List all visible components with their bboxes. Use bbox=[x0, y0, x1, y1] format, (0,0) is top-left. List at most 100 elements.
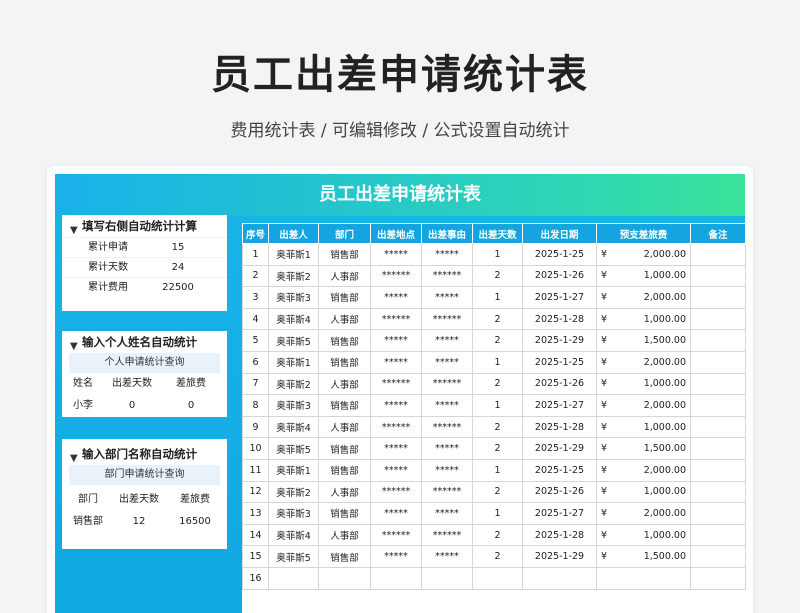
reason-cell[interactable]: ***** bbox=[421, 458, 473, 482]
note-cell[interactable] bbox=[690, 523, 746, 547]
fee-cell[interactable]: ¥1,500.00 bbox=[596, 329, 691, 352]
row-index-cell[interactable]: 12 bbox=[242, 480, 269, 504]
days-cell[interactable]: 2 bbox=[472, 307, 523, 331]
reason-cell[interactable]: ***** bbox=[421, 243, 473, 266]
column-header[interactable]: 出差地点 bbox=[370, 223, 422, 244]
fee-cell[interactable]: ¥2,000.00 bbox=[596, 458, 691, 482]
row-index-cell[interactable]: 2 bbox=[242, 264, 269, 288]
traveler-cell[interactable]: 奥菲斯1 bbox=[268, 458, 319, 482]
column-header[interactable]: 预支差旅费 bbox=[596, 223, 691, 244]
reason-cell[interactable]: ****** bbox=[421, 372, 473, 396]
department-cell[interactable]: 人事部 bbox=[318, 523, 371, 547]
department-cell[interactable]: 人事部 bbox=[318, 372, 371, 396]
traveler-cell[interactable]: 奥菲斯5 bbox=[268, 545, 319, 568]
row-index-cell[interactable]: 9 bbox=[242, 415, 269, 439]
department-cell[interactable]: 销售部 bbox=[318, 458, 371, 482]
row-index-cell[interactable]: 1 bbox=[242, 243, 269, 266]
reason-cell[interactable]: ***** bbox=[421, 394, 473, 417]
location-cell[interactable]: ***** bbox=[370, 458, 422, 482]
date-cell[interactable]: 2025-1-28 bbox=[522, 307, 597, 331]
summary-value[interactable]: 22500 bbox=[142, 278, 214, 297]
department-cell[interactable]: 人事部 bbox=[318, 307, 371, 331]
column-header[interactable]: 出发日期 bbox=[522, 223, 597, 244]
location-cell[interactable]: ***** bbox=[370, 329, 422, 352]
traveler-cell[interactable]: 奥菲斯3 bbox=[268, 286, 319, 309]
row-index-cell[interactable]: 10 bbox=[242, 437, 269, 460]
traveler-cell[interactable]: 奥菲斯2 bbox=[268, 372, 319, 396]
reason-cell[interactable]: ***** bbox=[421, 329, 473, 352]
row-index-cell[interactable]: 13 bbox=[242, 502, 269, 525]
note-cell[interactable] bbox=[690, 480, 746, 504]
date-cell[interactable]: 2025-1-27 bbox=[522, 502, 597, 525]
fee-cell[interactable]: ¥1,000.00 bbox=[596, 480, 691, 504]
department-cell[interactable]: 人事部 bbox=[318, 480, 371, 504]
person-name-input[interactable]: 小李 bbox=[62, 395, 104, 417]
days-cell[interactable] bbox=[472, 566, 523, 590]
reason-cell[interactable]: ****** bbox=[421, 264, 473, 288]
location-cell[interactable]: ***** bbox=[370, 437, 422, 460]
location-cell[interactable]: ****** bbox=[370, 264, 422, 288]
note-cell[interactable] bbox=[690, 307, 746, 331]
fee-cell[interactable]: ¥2,000.00 bbox=[596, 243, 691, 266]
summary-row[interactable]: 累计费用 22500 bbox=[62, 277, 227, 297]
table-row[interactable]: 14 奥菲斯4 人事部 ****** ****** 2 2025-1-28 ¥1,000.00 bbox=[242, 523, 746, 547]
date-cell[interactable]: 2025-1-27 bbox=[522, 394, 597, 417]
row-index-cell[interactable]: 11 bbox=[242, 458, 269, 482]
department-cell[interactable] bbox=[318, 566, 371, 590]
days-cell[interactable]: 1 bbox=[472, 502, 523, 525]
days-cell[interactable]: 1 bbox=[472, 458, 523, 482]
days-cell[interactable]: 1 bbox=[472, 243, 523, 266]
location-cell[interactable]: ***** bbox=[370, 350, 422, 374]
note-cell[interactable] bbox=[690, 566, 746, 590]
days-cell[interactable]: 2 bbox=[472, 372, 523, 396]
department-cell[interactable]: 销售部 bbox=[318, 286, 371, 309]
table-row[interactable]: 2 奥菲斯2 人事部 ****** ****** 2 2025-1-26 ¥1,000.00 bbox=[242, 264, 746, 288]
date-cell[interactable]: 2025-1-26 bbox=[522, 480, 597, 504]
table-row[interactable]: 10 奥菲斯5 销售部 ***** ***** 2 2025-1-29 ¥1,500.00 bbox=[242, 437, 746, 460]
location-cell[interactable]: ***** bbox=[370, 502, 422, 525]
department-cell[interactable]: 销售部 bbox=[318, 502, 371, 525]
fee-cell[interactable]: ¥2,000.00 bbox=[596, 350, 691, 374]
traveler-cell[interactable]: 奥菲斯2 bbox=[268, 264, 319, 288]
table-row[interactable]: 5 奥菲斯5 销售部 ***** ***** 2 2025-1-29 ¥1,500.00 bbox=[242, 329, 746, 352]
reason-cell[interactable] bbox=[421, 566, 473, 590]
summary-value[interactable]: 15 bbox=[142, 238, 214, 257]
table-row[interactable]: 4 奥菲斯4 人事部 ****** ****** 2 2025-1-28 ¥1,000.00 bbox=[242, 307, 746, 331]
date-cell[interactable]: 2025-1-26 bbox=[522, 372, 597, 396]
days-cell[interactable]: 2 bbox=[472, 264, 523, 288]
days-cell[interactable]: 1 bbox=[472, 350, 523, 374]
reason-cell[interactable]: ***** bbox=[421, 545, 473, 568]
note-cell[interactable] bbox=[690, 350, 746, 374]
row-index-cell[interactable]: 6 bbox=[242, 350, 269, 374]
days-cell[interactable]: 2 bbox=[472, 415, 523, 439]
reason-cell[interactable]: ****** bbox=[421, 307, 473, 331]
row-index-cell[interactable]: 3 bbox=[242, 286, 269, 309]
location-cell[interactable]: ****** bbox=[370, 372, 422, 396]
row-index-cell[interactable]: 8 bbox=[242, 394, 269, 417]
reason-cell[interactable]: ****** bbox=[421, 523, 473, 547]
reason-cell[interactable]: ****** bbox=[421, 480, 473, 504]
traveler-cell[interactable]: 奥菲斯1 bbox=[268, 350, 319, 374]
department-cell[interactable]: 销售部 bbox=[318, 350, 371, 374]
reason-cell[interactable]: ***** bbox=[421, 502, 473, 525]
table-row[interactable]: 6 奥菲斯1 销售部 ***** ***** 1 2025-1-25 ¥2,000.00 bbox=[242, 350, 746, 374]
table-row[interactable]: 9 奥菲斯4 人事部 ****** ****** 2 2025-1-28 ¥1,000.00 bbox=[242, 415, 746, 439]
column-header[interactable]: 部门 bbox=[318, 223, 371, 244]
note-cell[interactable] bbox=[690, 437, 746, 460]
location-cell[interactable]: ***** bbox=[370, 545, 422, 568]
location-cell[interactable]: ****** bbox=[370, 523, 422, 547]
table-row[interactable]: 7 奥菲斯2 人事部 ****** ****** 2 2025-1-26 ¥1,000.00 bbox=[242, 372, 746, 396]
note-cell[interactable] bbox=[690, 372, 746, 396]
note-cell[interactable] bbox=[690, 243, 746, 266]
location-cell[interactable]: ****** bbox=[370, 307, 422, 331]
days-cell[interactable]: 2 bbox=[472, 545, 523, 568]
column-header[interactable]: 出差事由 bbox=[421, 223, 473, 244]
table-row[interactable]: 1 奥菲斯1 销售部 ***** ***** 1 2025-1-25 ¥2,000.00 bbox=[242, 243, 746, 266]
days-cell[interactable]: 1 bbox=[472, 394, 523, 417]
days-cell[interactable]: 2 bbox=[472, 523, 523, 547]
traveler-cell[interactable]: 奥菲斯5 bbox=[268, 437, 319, 460]
location-cell[interactable]: ****** bbox=[370, 480, 422, 504]
table-row[interactable]: 11 奥菲斯1 销售部 ***** ***** 1 2025-1-25 ¥2,000.00 bbox=[242, 458, 746, 482]
reason-cell[interactable]: ***** bbox=[421, 350, 473, 374]
days-cell[interactable]: 2 bbox=[472, 480, 523, 504]
